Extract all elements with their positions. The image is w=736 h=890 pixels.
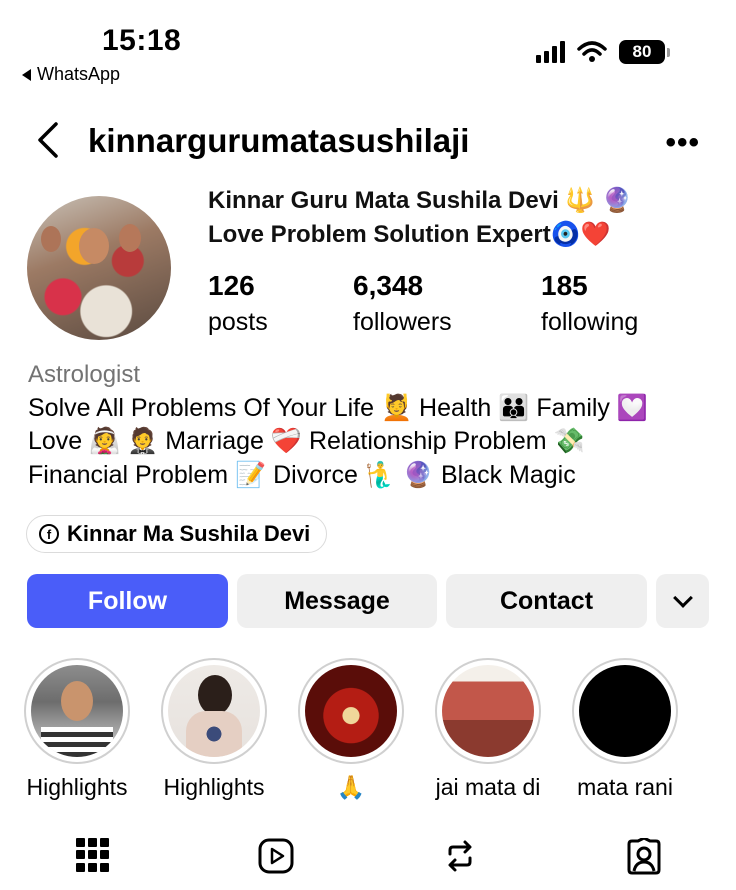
more-options-icon[interactable]: ••• <box>665 126 700 160</box>
back-to-whatsapp-link[interactable]: WhatsApp <box>22 64 120 85</box>
message-button[interactable]: Message <box>237 574 437 628</box>
facebook-link-label: Kinnar Ma Sushila Devi <box>67 521 311 546</box>
highlight-label: Highlights <box>163 774 265 800</box>
bio-line-1: Solve All Problems Of Your Life 💆 Health… <box>28 394 649 422</box>
back-app-label: WhatsApp <box>37 64 121 84</box>
bio-line-3: Financial Problem 📝 Divorce 🧜‍♂️ 🔮 Black… <box>28 461 576 489</box>
signal-icon <box>536 41 565 63</box>
stat-following-label: following <box>541 308 639 336</box>
stat-followers-value: 6,348 <box>353 270 424 301</box>
avatar[interactable] <box>27 196 171 340</box>
highlight-label: mata rani <box>577 774 673 800</box>
highlight-label: jai mata di <box>435 774 541 800</box>
profile-name-line-1: Kinnar Guru Mata Sushila Devi 🔱 🔮 <box>208 187 632 214</box>
highlight-cover <box>168 665 260 757</box>
follow-button[interactable]: Follow <box>27 574 228 628</box>
profile-name-line-2: Love Problem Solution Expert🧿❤️ <box>208 221 611 248</box>
stat-posts[interactable]: 126 posts <box>208 270 268 337</box>
status-time: 15:18 <box>102 24 182 57</box>
chevron-down-icon <box>672 588 693 608</box>
stat-posts-value: 126 <box>208 270 255 301</box>
highlight-cover <box>442 665 534 757</box>
highlight-label: 🙏 <box>336 774 366 800</box>
tagged-tab-icon[interactable] <box>626 838 662 876</box>
back-triangle-icon <box>22 68 31 81</box>
highlight-item[interactable]: Highlights <box>152 658 276 801</box>
battery-icon: 80 <box>619 40 670 64</box>
profile-category: Astrologist <box>28 361 141 388</box>
stat-following-value: 185 <box>541 270 588 301</box>
posts-grid-tab-icon[interactable] <box>76 838 110 872</box>
reposts-tab-icon[interactable] <box>442 838 478 874</box>
facebook-link[interactable]: f Kinnar Ma Sushila Devi <box>26 515 328 553</box>
highlight-item[interactable]: Highlights <box>15 658 139 801</box>
status-indicators: 80 <box>536 40 670 64</box>
bio-line-2: Love 👰 🤵 Marriage ❤️‍🩹 Relationship Prob… <box>28 427 585 455</box>
stat-followers-label: followers <box>353 308 452 336</box>
suggested-dropdown-button[interactable] <box>656 574 709 628</box>
profile-username: kinnargurumatasushilaji <box>88 122 470 159</box>
stat-following[interactable]: 185 following <box>541 270 638 337</box>
battery-level: 80 <box>619 40 665 64</box>
back-chevron-icon[interactable] <box>32 118 72 162</box>
facebook-icon: f <box>39 524 59 544</box>
highlight-label: Highlights <box>26 774 128 800</box>
highlight-cover <box>579 665 671 757</box>
highlight-cover <box>31 665 123 757</box>
highlight-item[interactable]: 🙏 <box>289 658 413 801</box>
contact-button[interactable]: Contact <box>446 574 647 628</box>
stat-followers[interactable]: 6,348 followers <box>353 270 452 337</box>
highlight-item[interactable]: mata rani <box>563 658 687 801</box>
stat-posts-label: posts <box>208 308 268 336</box>
highlight-cover <box>305 665 397 757</box>
wifi-icon <box>577 41 607 62</box>
reels-tab-icon[interactable] <box>258 838 294 874</box>
highlight-item[interactable]: jai mata di <box>426 658 550 801</box>
